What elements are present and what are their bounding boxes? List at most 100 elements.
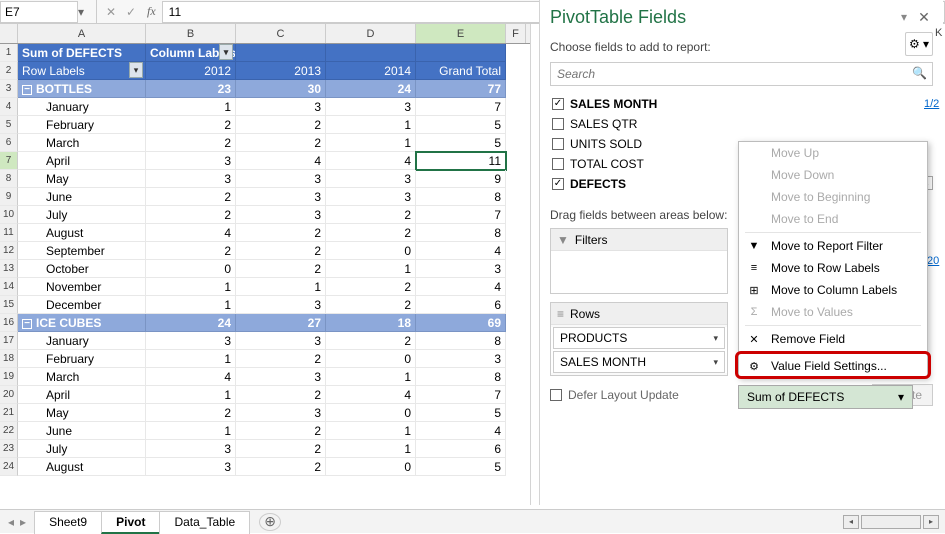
hscroll-right-icon[interactable]: ▸ [923, 515, 939, 529]
cell[interactable]: 4 [236, 152, 326, 170]
cell[interactable]: 2 [146, 188, 236, 206]
cell[interactable]: 1 [326, 116, 416, 134]
cell[interactable]: March [18, 368, 146, 386]
checkbox[interactable] [552, 98, 564, 110]
cell[interactable]: 2 [236, 134, 326, 152]
cell[interactable]: 3 [236, 332, 326, 350]
cell[interactable]: 3 [146, 152, 236, 170]
row-header[interactable]: 4 [0, 98, 18, 116]
cell[interactable]: 3 [236, 404, 326, 422]
cell[interactable]: 2 [236, 440, 326, 458]
cell[interactable]: 2 [326, 332, 416, 350]
group-header[interactable]: −ICE CUBES [18, 314, 146, 332]
cell[interactable]: April [18, 386, 146, 404]
col-header-D[interactable]: D [326, 24, 416, 43]
cell[interactable] [236, 44, 326, 62]
pane-close-icon[interactable]: ✕ [915, 9, 933, 26]
ctx-item[interactable]: ✕Remove Field [739, 328, 927, 350]
cell[interactable]: 3 [146, 458, 236, 476]
cell[interactable]: 7 [416, 386, 506, 404]
cell[interactable]: June [18, 422, 146, 440]
tab-nav-prev-icon[interactable]: ◂ [8, 515, 14, 529]
cell[interactable]: 3 [146, 440, 236, 458]
cell[interactable]: 1 [326, 134, 416, 152]
cell[interactable]: October [18, 260, 146, 278]
cell[interactable]: 27 [236, 314, 326, 332]
sheet-tab[interactable]: Sheet9 [34, 511, 102, 534]
col-header-E[interactable]: E [416, 24, 506, 43]
row-header[interactable]: 16 [0, 314, 18, 332]
cell[interactable]: 2 [236, 242, 326, 260]
cell[interactable]: May [18, 404, 146, 422]
tab-nav-next-icon[interactable]: ▸ [20, 515, 26, 529]
cell[interactable]: 1 [146, 278, 236, 296]
cell[interactable]: 24 [146, 314, 236, 332]
cell[interactable]: 8 [416, 188, 506, 206]
col-header-B[interactable]: B [146, 24, 236, 43]
cell[interactable]: 2 [326, 296, 416, 314]
cell[interactable]: 1 [326, 440, 416, 458]
cell[interactable]: November [18, 278, 146, 296]
cell[interactable]: 4 [416, 422, 506, 440]
name-box[interactable]: E7 [0, 1, 78, 23]
col-header-F[interactable]: F [506, 24, 526, 43]
cell[interactable]: 8 [416, 224, 506, 242]
cell[interactable]: 5 [416, 458, 506, 476]
cell[interactable]: April [18, 152, 146, 170]
checkbox[interactable] [552, 138, 564, 150]
ctx-item[interactable]: ≡Move to Row Labels [739, 257, 927, 279]
cell[interactable]: 3 [236, 98, 326, 116]
cell[interactable]: 3 [326, 188, 416, 206]
cell[interactable]: 0 [326, 350, 416, 368]
row-header[interactable]: 2 [0, 62, 18, 80]
cell[interactable]: Grand Total [416, 62, 506, 80]
cell[interactable]: 4 [416, 278, 506, 296]
cell[interactable]: 8 [416, 332, 506, 350]
cell[interactable]: August [18, 224, 146, 242]
hscroll-left-icon[interactable]: ◂ [843, 515, 859, 529]
cell[interactable]: 0 [326, 404, 416, 422]
search-icon[interactable]: 🔍 [912, 66, 927, 80]
cell[interactable]: 7 [416, 98, 506, 116]
cell[interactable]: August [18, 458, 146, 476]
row-header[interactable]: 17 [0, 332, 18, 350]
cell[interactable]: 1 [146, 296, 236, 314]
cell[interactable]: 2 [236, 422, 326, 440]
defer-layout-checkbox[interactable]: Defer Layout Update [550, 388, 679, 402]
cell[interactable]: 5 [416, 404, 506, 422]
cell[interactable]: 3 [326, 98, 416, 116]
add-sheet-button[interactable]: ⊕ [259, 513, 281, 531]
cell[interactable]: 3 [146, 170, 236, 188]
cell[interactable]: 3 [236, 170, 326, 188]
row-header[interactable]: 3 [0, 80, 18, 98]
cell[interactable]: 3 [146, 332, 236, 350]
cell[interactable]: September [18, 242, 146, 260]
cell[interactable]: 1 [146, 386, 236, 404]
cell[interactable]: 4 [146, 224, 236, 242]
row-header[interactable]: 19 [0, 368, 18, 386]
cell[interactable]: 2 [146, 404, 236, 422]
sheet-tab[interactable]: Data_Table [159, 511, 250, 534]
cell[interactable]: 8 [416, 368, 506, 386]
cell[interactable]: 2012 [146, 62, 236, 80]
cell[interactable]: 77 [416, 80, 506, 98]
fx-icon[interactable]: fx [141, 4, 162, 19]
cell[interactable]: 1 [146, 422, 236, 440]
cell[interactable]: 0 [326, 458, 416, 476]
select-all-corner[interactable] [0, 24, 18, 43]
cell[interactable]: 3 [236, 188, 326, 206]
cell[interactable]: 2 [146, 206, 236, 224]
cell[interactable]: 3 [236, 206, 326, 224]
cell[interactable]: 1 [326, 260, 416, 278]
ctx-item[interactable]: ▼Move to Report Filter [739, 235, 927, 257]
cell[interactable]: 4 [146, 368, 236, 386]
cell[interactable]: 4 [326, 386, 416, 404]
cell[interactable]: 3 [416, 350, 506, 368]
cell[interactable]: 0 [146, 260, 236, 278]
collapse-icon[interactable]: − [22, 85, 32, 95]
cell[interactable]: 2 [146, 116, 236, 134]
cell[interactable]: 6 [416, 440, 506, 458]
cell[interactable]: March [18, 134, 146, 152]
cell[interactable]: Row Labels [18, 62, 146, 80]
name-box-dropdown[interactable]: ▾ [78, 5, 92, 19]
